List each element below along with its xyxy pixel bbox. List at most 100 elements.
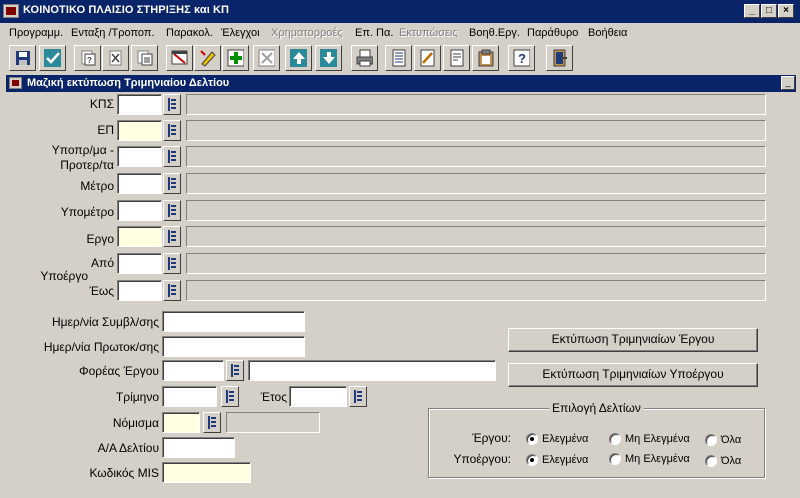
foreas-description-field[interactable] — [248, 360, 496, 381]
ypometro-description — [186, 200, 766, 221]
kps-field[interactable] — [117, 94, 162, 115]
foreas-field[interactable] — [162, 360, 224, 381]
hm-prot-field[interactable] — [162, 336, 305, 357]
nomisma-label: Νόμισμα — [112, 416, 159, 430]
toolbar-enter-query-button[interactable] — [166, 45, 193, 71]
form-minimize-button[interactable]: _ — [781, 76, 795, 90]
etos-field[interactable] — [289, 386, 347, 407]
copy-record-icon: ? — [79, 50, 96, 67]
toolbar-previous-button[interactable] — [285, 45, 312, 71]
save-icon — [14, 50, 31, 67]
toolbar-help-button[interactable]: ? — [508, 45, 535, 71]
window-title: ΚΟΙΝΟΤΙΚΟ ΠΛΑΙΣΙΟ ΣΤΗΡΙΞΗΣ και ΚΠ — [23, 4, 230, 16]
ypoergou-ola-radio[interactable] — [705, 455, 717, 467]
toolbar-clear-button[interactable] — [102, 45, 129, 71]
list-icon — [226, 390, 235, 403]
menu-parakol[interactable]: Παρακολ. — [166, 27, 213, 39]
menu-xrimatorroes[interactable]: Χρηματορροές — [271, 27, 343, 39]
kps-label: ΚΠΣ — [89, 97, 114, 111]
form-title: Μαζική εκτύπωση Τριμηνιαίου Δελτίου — [27, 77, 230, 89]
nomisma-description — [226, 412, 320, 433]
list-icon — [168, 284, 177, 297]
ergo-label: Εργο — [86, 232, 114, 246]
list-icon — [168, 257, 177, 270]
ypopr-field[interactable] — [117, 146, 162, 167]
apo-field[interactable] — [117, 253, 162, 274]
print-ypoergou-button[interactable]: Εκτύπωση Τριμηνιαίων Υποέργου — [508, 363, 758, 387]
eos-lov-button[interactable] — [163, 280, 181, 301]
clear-record-icon — [107, 50, 124, 67]
etos-label: Έτος — [260, 390, 287, 404]
eos-field[interactable] — [117, 280, 162, 301]
hm-symb-field[interactable] — [162, 311, 305, 332]
print-ergou-button[interactable]: Εκτύπωση Τριμηνιαίων Έργου — [508, 328, 758, 352]
metro-lov-button[interactable] — [163, 173, 181, 194]
toolbar-duplicate-button[interactable] — [131, 45, 158, 71]
maximize-button[interactable]: □ — [761, 4, 777, 18]
ypoergou-ola-label: Όλα — [721, 455, 742, 467]
ep-lov-button[interactable] — [163, 120, 181, 141]
ergou-mi-elegmena-radio[interactable] — [609, 433, 621, 445]
trimino-label: Τρίμηνο — [115, 390, 159, 404]
close-button[interactable]: × — [778, 4, 794, 18]
metro-field[interactable] — [117, 173, 162, 194]
selection-title: Επιλογή Δελτίων — [549, 401, 644, 415]
menu-ektyposeis[interactable]: Εκτυπώσεις — [399, 27, 458, 39]
menu-ep-pa[interactable]: Επ. Πα. — [355, 27, 393, 39]
toolbar-print-button[interactable] — [351, 45, 378, 71]
svg-text:?: ? — [87, 56, 92, 65]
title-bar: ΚΟΙΝΟΤΙΚΟ ΠΛΑΙΣΙΟ ΣΤΗΡΙΞΗΣ και ΚΠ _ □ × — [0, 0, 800, 23]
ypopr-description — [186, 146, 766, 167]
menu-voith-erg[interactable]: Βοηθ.Εργ. — [469, 27, 520, 39]
toolbar-delete-button[interactable] — [253, 45, 280, 71]
ypoergou-selection-label: Υποέργου: — [453, 452, 511, 466]
ypopr-lov-button[interactable] — [163, 146, 181, 167]
ypometro-field[interactable] — [117, 200, 162, 221]
etos-lov-button[interactable] — [349, 386, 367, 407]
ergou-ola-radio[interactable] — [705, 434, 717, 446]
aa-deltiou-field[interactable] — [162, 437, 235, 458]
nomisma-field[interactable] — [162, 412, 200, 433]
menu-entaxi[interactable]: Ενταξη /Τροποπ. — [71, 27, 155, 39]
foreas-lov-button[interactable] — [226, 360, 244, 381]
nomisma-lov-button[interactable] — [203, 412, 221, 433]
trimino-field[interactable] — [162, 386, 217, 407]
ep-field[interactable] — [117, 120, 162, 141]
menu-elegxoi[interactable]: Έλεγχοι — [221, 27, 260, 39]
down-arrow-icon — [320, 49, 337, 67]
minimize-button[interactable]: _ — [744, 4, 760, 18]
toolbar-insert-button[interactable] — [222, 45, 249, 71]
toolbar-list-button[interactable] — [385, 45, 412, 71]
ypoergo-label: Υποέργο — [40, 269, 88, 283]
ypometro-lov-button[interactable] — [163, 200, 181, 221]
duplicate-icon — [136, 50, 153, 67]
ergo-lov-button[interactable] — [163, 226, 181, 247]
toolbar-copy-button[interactable]: ? — [74, 45, 101, 71]
ypoergou-mi-elegmena-label: Μη Ελεγμένα — [625, 453, 690, 465]
list-icon — [168, 150, 177, 163]
apo-lov-button[interactable] — [163, 253, 181, 274]
check-icon — [44, 49, 61, 67]
kodikos-mis-label: Κωδικός MIS — [89, 466, 159, 480]
document-icon — [448, 49, 465, 67]
toolbar-document-button[interactable] — [443, 45, 470, 71]
kodikos-mis-field[interactable] — [162, 462, 251, 483]
toolbar-exit-button[interactable] — [546, 45, 573, 71]
ypoergou-elegmena-radio[interactable] — [526, 454, 538, 466]
toolbar-save-button[interactable] — [9, 45, 36, 71]
toolbar-edit-field-button[interactable] — [414, 45, 441, 71]
ergou-elegmena-radio[interactable] — [526, 433, 538, 445]
metro-label: Μέτρο — [80, 179, 114, 193]
toolbar-clipboard-button[interactable] — [472, 45, 499, 71]
toolbar-commit-button[interactable] — [39, 45, 66, 71]
menu-programm[interactable]: Προγραμμ. — [9, 27, 63, 39]
ergo-field[interactable] — [117, 226, 162, 247]
toolbar-edit-button[interactable] — [194, 45, 221, 71]
kps-lov-button[interactable] — [163, 94, 181, 115]
menu-parathyro[interactable]: Παράθυρο — [527, 27, 578, 39]
menu-voitheia[interactable]: Βοήθεια — [588, 27, 627, 39]
trimino-lov-button[interactable] — [221, 386, 239, 407]
form-icon — [9, 77, 22, 89]
ypoergou-mi-elegmena-radio[interactable] — [609, 453, 621, 465]
toolbar-next-button[interactable] — [315, 45, 342, 71]
